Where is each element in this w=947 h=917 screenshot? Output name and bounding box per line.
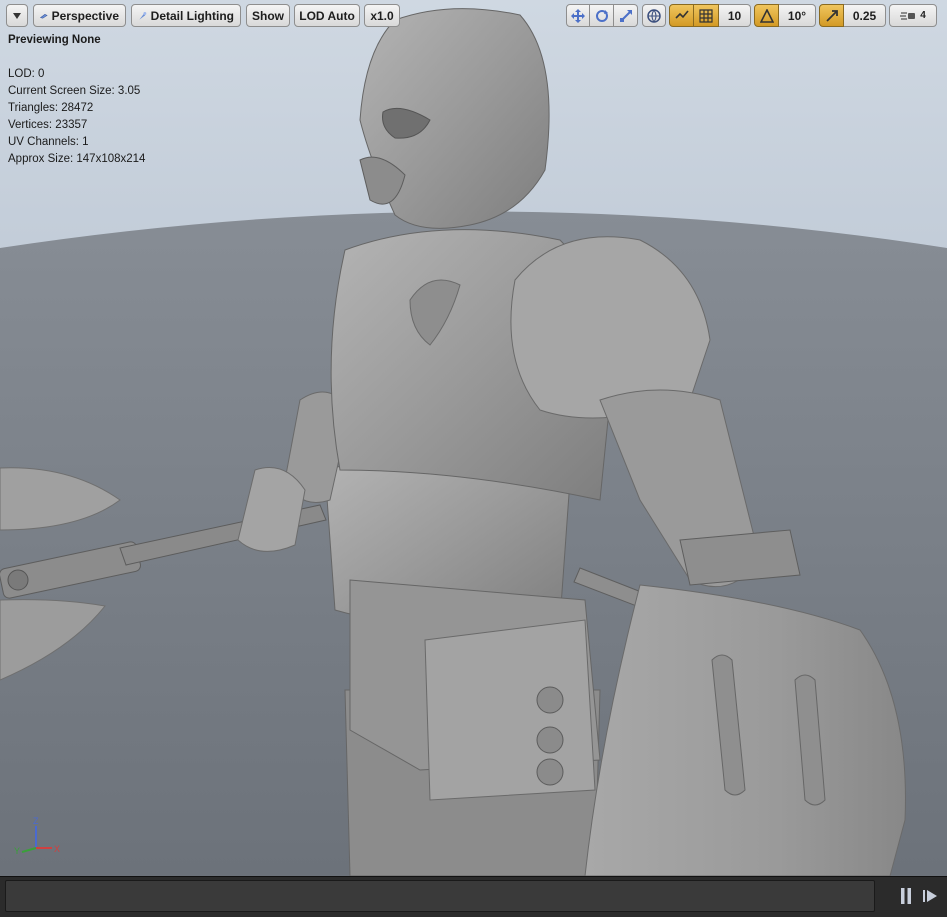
detail-lighting-label: Detail Lighting (150, 8, 234, 23)
perspective-label: Perspective (51, 8, 119, 23)
move-arrows-icon (571, 8, 585, 23)
camera-speed-icon (900, 11, 916, 20)
step-forward-icon (923, 890, 937, 902)
perspective-button[interactable]: Perspective (33, 4, 126, 27)
rotation-snap-toggle[interactable] (754, 4, 779, 27)
playback-speed-label: x1.0 (370, 8, 394, 23)
detail-lighting-button[interactable]: Detail Lighting (131, 4, 241, 27)
stat-lod: LOD: 0 (8, 68, 45, 80)
transform-tools (566, 4, 638, 27)
show-button[interactable]: Show (246, 4, 290, 27)
lighting-icon (139, 11, 147, 20)
scale-snap-group: 0.25 (819, 4, 886, 27)
perspective-icon (40, 13, 48, 18)
stat-triangles: Triangles: 28472 (8, 102, 94, 114)
step-forward-button[interactable] (921, 886, 939, 906)
scale-tool-button[interactable] (614, 4, 638, 27)
pause-button[interactable] (897, 886, 915, 906)
stat-screen-size: Current Screen Size: 3.05 (8, 85, 141, 97)
scale-snap-toggle[interactable] (819, 4, 844, 27)
mesh-stats: Previewing None LOD: 0 Current Screen Si… (8, 32, 145, 168)
lod-auto-label: LOD Auto (299, 8, 355, 23)
scale-snap-value[interactable]: 0.25 (844, 4, 886, 27)
chevron-down-icon (13, 12, 21, 19)
viewport-options-button[interactable] (6, 4, 28, 27)
grid-snap-value-label: 10 (727, 8, 742, 23)
lod-auto-button[interactable]: LOD Auto (294, 4, 360, 27)
playback-speed-button[interactable]: x1.0 (364, 4, 400, 27)
timeline-scrubber[interactable] (5, 880, 875, 912)
axis-x-label: X (54, 844, 60, 854)
camera-speed-button[interactable]: 4 (889, 4, 937, 27)
grid-snap-value[interactable]: 10 (719, 4, 751, 27)
surface-snap-button[interactable] (669, 4, 694, 27)
stat-uv-channels: UV Channels: 1 (8, 136, 89, 148)
shield-mesh (584, 584, 906, 876)
preview-label: Previewing None (8, 34, 101, 46)
translate-tool-button[interactable] (566, 4, 590, 27)
camera-speed-value: 4 (920, 10, 926, 21)
axis-y-label: Y (14, 846, 20, 856)
rotation-snap-value-label: 10° (787, 8, 807, 23)
angle-icon (759, 8, 774, 23)
stat-approx-size: Approx Size: 147x108x214 (8, 153, 146, 165)
show-label: Show (252, 8, 284, 23)
pause-icon (901, 888, 911, 904)
rotation-snap-value[interactable]: 10° (779, 4, 816, 27)
scale-snap-value-label: 0.25 (852, 8, 877, 23)
rotation-snap-group: 10° (754, 4, 816, 27)
grid-snap-toggle[interactable] (694, 4, 719, 27)
rotate-tool-button[interactable] (590, 4, 614, 27)
grid-snap-group: 10 (669, 4, 751, 27)
playback-bar (0, 876, 947, 917)
scale-snap-icon (825, 9, 838, 22)
grid-icon (699, 8, 713, 23)
stat-vertices: Vertices: 23357 (8, 119, 88, 131)
scale-icon (619, 9, 632, 22)
surface-snap-icon (674, 9, 689, 19)
globe-icon (647, 8, 661, 23)
axis-z-label: Z (33, 816, 39, 826)
rotate-icon (595, 9, 608, 22)
viewport[interactable]: Z X Y Perspective Detail Lighting Show L… (0, 0, 947, 876)
world-local-button[interactable] (642, 4, 666, 27)
